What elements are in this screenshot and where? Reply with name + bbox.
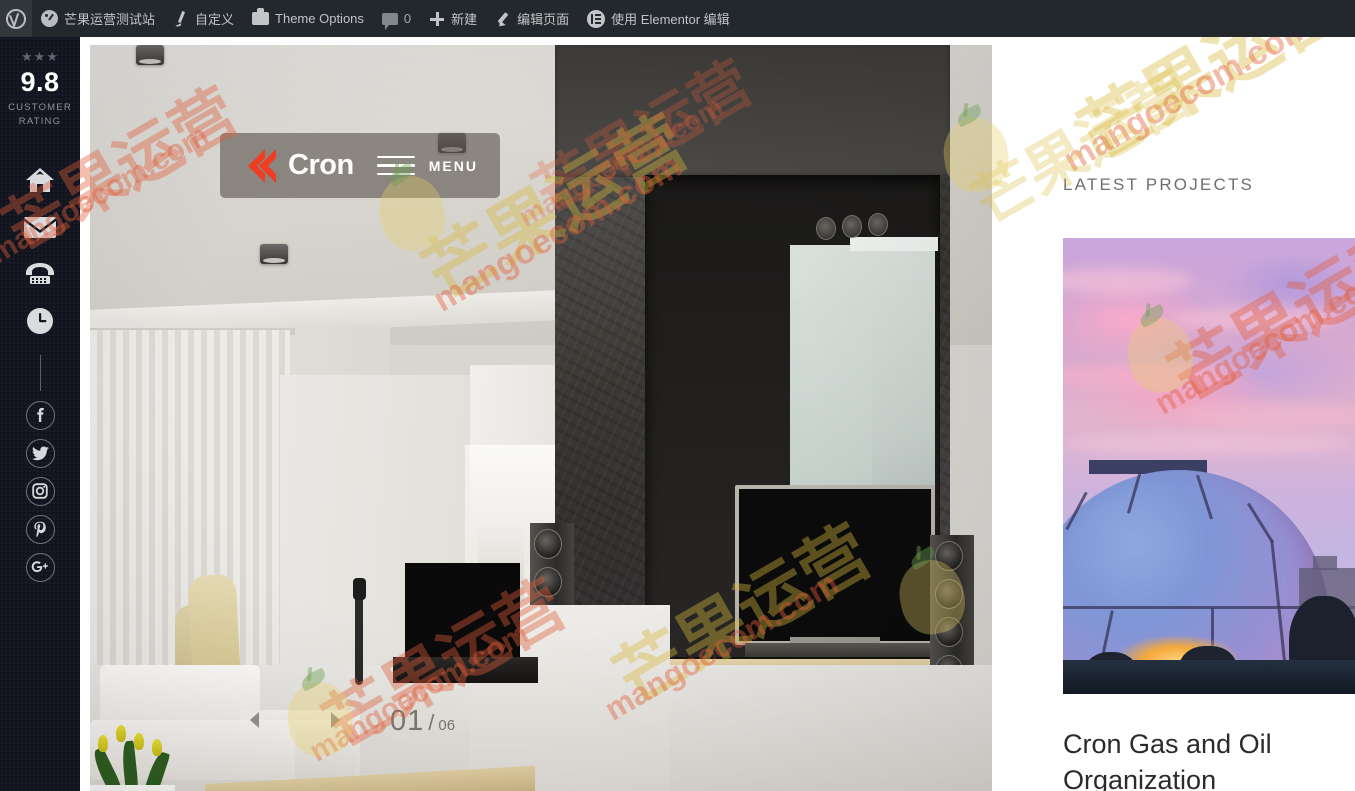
pinterest-icon <box>33 521 47 538</box>
adminbar-item-wp-logo[interactable] <box>0 0 32 37</box>
sidebar-nav-icons <box>0 157 80 582</box>
elementor-icon <box>587 9 606 28</box>
adminbar-edit-page-label: 编辑页面 <box>517 12 570 27</box>
menu-label: MENU <box>428 157 478 174</box>
rating-caption: CUSTOMER RATING <box>0 101 80 129</box>
slider-counter: 01 / 06 <box>390 705 455 738</box>
sidebar-item-pinterest[interactable] <box>25 514 55 544</box>
sidebar-item-twitter[interactable] <box>25 438 55 468</box>
latest-projects-heading: LATEST PROJECTS <box>1063 175 1255 194</box>
sidebar-item-hours[interactable] <box>0 298 80 345</box>
comment-bubble-icon <box>381 12 398 30</box>
sidebar-item-phone[interactable] <box>0 251 80 298</box>
clock-icon <box>26 307 54 335</box>
adminbar-item-site-name[interactable]: 芒果运营测试站 <box>32 0 164 37</box>
plus-icon <box>429 11 445 27</box>
pencil-icon <box>495 11 511 27</box>
latest-projects-panel: LATEST PROJECTS Cron Gas and Oil Organiz… <box>992 37 1355 791</box>
dashboard-icon <box>41 10 58 27</box>
customer-rating-widget: ★★★ 9.8 CUSTOMER RATING <box>0 37 80 129</box>
adminbar-item-comments[interactable]: 0 <box>373 0 420 37</box>
home-icon <box>25 167 55 193</box>
adminbar-item-new-content[interactable]: 新建 <box>420 0 486 37</box>
phone-icon <box>24 262 56 286</box>
slider-next-arrow[interactable] <box>331 712 340 728</box>
rating-score: 9.8 <box>20 67 60 97</box>
sidebar-item-instagram[interactable] <box>25 476 55 506</box>
adminbar-customize-label: 自定义 <box>195 12 235 27</box>
slider-total-count: 06 <box>438 717 456 734</box>
googleplus-icon <box>31 560 49 574</box>
site-logo[interactable]: Cron <box>242 147 354 185</box>
wordpress-icon <box>6 8 26 29</box>
hamburger-icon[interactable] <box>376 150 415 182</box>
rating-caption-line1: CUSTOMER <box>8 102 72 114</box>
cron-logo-icon <box>242 147 280 185</box>
site-logo-text: Cron <box>288 149 354 181</box>
hero-slider[interactable]: Cron MENU 01 / 06 <box>90 45 992 791</box>
slider-nav <box>250 707 340 733</box>
instagram-icon <box>32 483 48 500</box>
adminbar-theme-options-label: Theme Options <box>275 11 364 26</box>
project-title[interactable]: Cron Gas and Oil Organization <box>1063 727 1353 791</box>
adminbar-item-edit-elementor[interactable]: 使用 Elementor 编辑 <box>578 0 738 37</box>
adminbar-comment-count: 0 <box>403 11 412 26</box>
site-logo-bar: Cron MENU <box>220 133 500 198</box>
project-thumbnail[interactable] <box>1063 238 1355 694</box>
adminbar-item-customize[interactable]: 自定义 <box>164 0 243 37</box>
slider-prev-arrow[interactable] <box>250 712 259 728</box>
sidebar-item-facebook[interactable] <box>25 400 55 430</box>
twitter-icon <box>31 446 49 461</box>
paintbrush-icon <box>173 11 189 27</box>
briefcase-icon <box>252 8 270 25</box>
adminbar-elementor-label: 使用 Elementor 编辑 <box>611 12 730 27</box>
adminbar-new-label: 新建 <box>451 12 478 27</box>
adminbar-site-name-label: 芒果运营测试站 <box>64 12 156 27</box>
rating-caption-line2: RATING <box>18 116 62 128</box>
sidebar-divider <box>39 354 41 391</box>
facebook-icon <box>32 407 48 423</box>
adminbar-item-theme-options[interactable]: Theme Options <box>243 0 373 37</box>
sidebar-item-googleplus[interactable] <box>25 552 55 582</box>
slider-current-index: 01 <box>390 705 425 737</box>
adminbar-item-edit-page[interactable]: 编辑页面 <box>486 0 578 37</box>
wp-admin-bar: 芒果运营测试站 自定义 Theme Options 0 新建 编辑页面 使用 E… <box>0 0 1355 37</box>
email-icon <box>24 216 56 239</box>
sidebar-item-home[interactable] <box>0 157 80 204</box>
sidebar-item-email[interactable] <box>0 204 80 251</box>
star-rating: ★★★ <box>21 49 59 64</box>
menu-toggle[interactable]: MENU <box>376 150 478 182</box>
left-sidebar: ★★★ 9.8 CUSTOMER RATING <box>0 37 80 791</box>
slider-separator: / <box>428 710 435 735</box>
